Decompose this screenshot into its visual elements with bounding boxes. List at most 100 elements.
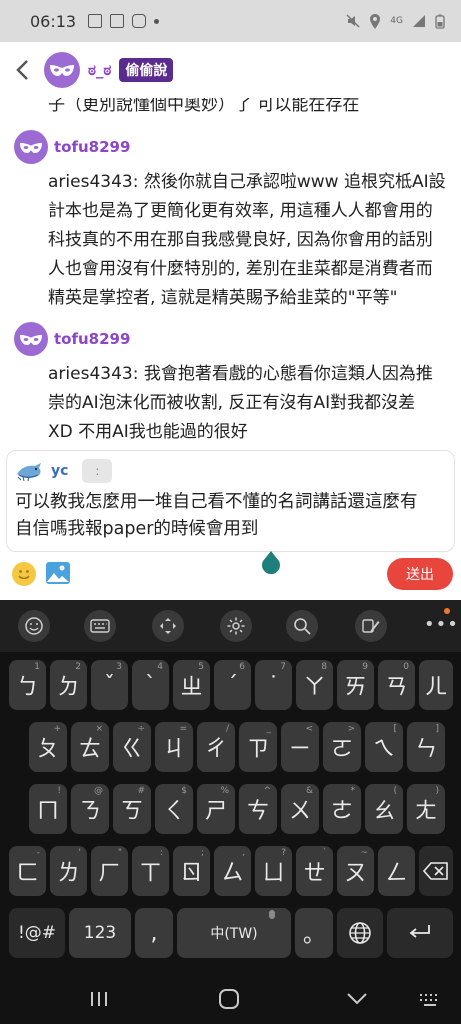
message-line: XD 不用AI我也能過的很好 <box>48 422 248 442</box>
key[interactable]: ' ㄌ <box>50 846 87 896</box>
message-text: aries4343: 我會抱著看戲的心態看你這類人因為推 崇的AI泡沫化而被收割… <box>48 360 454 447</box>
enter-key[interactable] <box>387 908 453 958</box>
key[interactable]: 3ˇ <box>91 660 128 710</box>
key[interactable]: ` ㄝ <box>296 846 333 896</box>
message-line: 科技真的不用在那自我感覺良好, 因為你會用的話別 <box>48 230 433 250</box>
home-icon[interactable] <box>218 988 240 1010</box>
key[interactable]: [ㄟ <box>365 722 403 772</box>
mask-icon <box>50 65 74 76</box>
notification-dot <box>444 608 450 614</box>
message-header: tofu8299 <box>14 130 454 164</box>
message-input[interactable]: 可以教我怎麼用一堆自己看不懂的名詞講話還這麼有 自信嗎我報paper的時候會用到 <box>7 483 454 543</box>
back-icon[interactable] <box>0 42 44 98</box>
chat-header: ಠ_ಠ 偷偷說 <box>0 42 461 98</box>
more-notifications-icon <box>154 18 160 24</box>
key[interactable]: = ㄐ <box>155 722 193 772</box>
back-nav-icon[interactable] <box>346 992 368 1006</box>
send-button[interactable]: 送出 <box>387 558 453 590</box>
key[interactable]: % ㄕ <box>197 784 235 834</box>
handwriting-icon[interactable] <box>355 610 387 642</box>
key[interactable]: 7 ˙ <box>255 660 292 710</box>
key[interactable]: 5ㄓ <box>173 660 210 710</box>
chat-partner-name: ಠ_ಠ <box>88 61 112 79</box>
key[interactable]: 6ˊ <box>214 660 251 710</box>
key[interactable]: 0ㄢ <box>378 660 415 710</box>
list-item: tofu8299 aries4343: 然後你就自己承認啦www 追根究柢AI設… <box>14 130 454 313</box>
composer-username: yc <box>51 463 69 479</box>
key[interactable]: > ㄛ <box>323 722 361 772</box>
symbols-key[interactable]: !@# <box>9 908 65 958</box>
key[interactable]: × ㄊ <box>71 722 109 772</box>
numbers-key[interactable]: 123 <box>69 908 131 958</box>
chat-mode-badge: 偷偷說 <box>119 58 174 82</box>
cursor-move-icon[interactable] <box>152 610 184 642</box>
search-icon[interactable] <box>286 610 318 642</box>
key[interactable]: $ ㄑ <box>155 784 193 834</box>
emoji-icon[interactable] <box>12 562 36 586</box>
key[interactable]: ^ ㄘ <box>239 784 277 834</box>
avatar[interactable] <box>14 130 48 164</box>
avatar[interactable] <box>14 322 48 356</box>
key[interactable]: _ ㄗ <box>239 722 277 772</box>
comma-key[interactable]: , <box>135 908 173 958</box>
backspace-icon <box>423 862 448 880</box>
message-text: aries4343: 然後你就自己承認啦www 追根究柢AI設 計本也是為了更簡… <box>48 168 454 313</box>
key[interactable]: 8ㄚ <box>296 660 333 710</box>
mask-icon <box>19 142 43 153</box>
emoticon-chip[interactable]: : <box>82 459 113 483</box>
avatar[interactable] <box>44 52 80 88</box>
key[interactable]: ,ㄙ <box>214 846 251 896</box>
key[interactable]: :ㄒ <box>132 846 169 896</box>
key[interactable]: ㄥ <box>378 846 415 896</box>
message-line: aries4343: 然後你就自己承認啦www 追根究柢AI設 <box>48 172 446 192</box>
key[interactable]: 1ㄅ <box>9 660 46 710</box>
input-line: 自信嗎我報paper的時候會用到 <box>15 519 259 539</box>
enter-icon <box>409 925 430 938</box>
key[interactable]: @ ㄋ <box>71 784 109 834</box>
key[interactable]: + ㄆ <box>29 722 67 772</box>
keyboard-icon[interactable] <box>84 610 116 642</box>
keyboard-hide-icon[interactable] <box>418 992 442 1008</box>
key[interactable]: & ㄨ <box>281 784 319 834</box>
key[interactable]: 9ㄞ <box>337 660 374 710</box>
key[interactable]: 2ㄉ <box>50 660 87 710</box>
instagram-icon <box>132 14 147 28</box>
emoji-icon[interactable] <box>18 610 50 642</box>
key[interactable]: ; ㄖ <box>173 846 210 896</box>
more-icon[interactable]: ••• <box>424 614 459 635</box>
gear-icon[interactable] <box>220 610 252 642</box>
location-icon <box>370 13 381 29</box>
bird-avatar-icon <box>17 463 41 482</box>
key[interactable]: # ㄎ <box>113 784 151 834</box>
key[interactable]: ? ㄩ <box>255 846 292 896</box>
space-key[interactable]: 中(TW) <box>177 908 291 958</box>
key[interactable]: -ㄈ <box>9 846 46 896</box>
composer-header: yc : <box>7 451 454 483</box>
list-item: tofu8299 aries4343: 我會抱著看戲的心態看你這類人因為推 崇的… <box>14 322 454 447</box>
backspace-key[interactable] <box>419 846 453 896</box>
key[interactable]: < ㄧ <box>281 722 319 772</box>
message-composer[interactable]: yc : 可以教我怎麼用一堆自己看不懂的名詞講話還這麼有 自信嗎我報paper的… <box>6 450 455 552</box>
input-line: 可以教我怎麼用一堆自己看不懂的名詞講話還這麼有 <box>15 492 418 512</box>
recent-apps-icon[interactable] <box>88 990 110 1008</box>
key[interactable]: ] ㄣ <box>407 722 445 772</box>
key[interactable]: * ㄜ <box>323 784 361 834</box>
partial-message-line: 子（更別說懂個中奧妙）了 可以能在存在 <box>48 98 360 115</box>
key[interactable]: " ㄏ <box>91 846 128 896</box>
key[interactable]: ÷ ㄍ <box>113 722 151 772</box>
key[interactable]: ~ ㄡ <box>337 846 374 896</box>
keyboard-toolbar: ••• <box>0 600 461 652</box>
image-icon[interactable] <box>46 562 70 584</box>
language-key[interactable] <box>337 908 383 958</box>
key[interactable]: / ㄔ <box>197 722 235 772</box>
chat-messages[interactable]: 子（更別說懂個中奧妙）了 可以能在存在 tofu8299 aries4343: … <box>0 98 461 450</box>
key[interactable]: (ㄠ <box>365 784 403 834</box>
message-line: 崇的AI泡沫化而被收割, 反正有沒有AI對我都沒差 <box>48 393 416 413</box>
message-line: aries4343: 我會抱著看戲的心態看你這類人因為推 <box>48 364 433 384</box>
notification-icons <box>88 14 160 28</box>
key[interactable]: ㄦ <box>419 660 453 710</box>
key[interactable]: ) ㄤ <box>407 784 445 834</box>
period-key[interactable]: 。 <box>295 908 333 958</box>
key[interactable]: ! ㄇ <box>29 784 67 834</box>
key[interactable]: 4ˋ <box>132 660 169 710</box>
